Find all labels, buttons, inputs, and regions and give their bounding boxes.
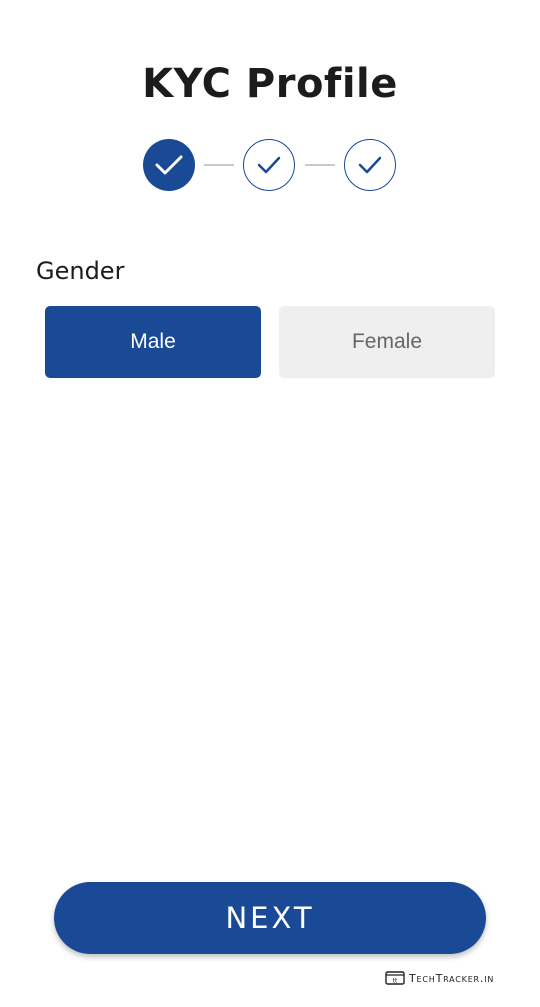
check-icon [358,156,382,174]
watermark: tt TechTracker.in [385,969,494,987]
gender-option-male[interactable]: Male [45,306,261,378]
step-1[interactable] [143,139,195,191]
next-button-label: NEXT [225,901,315,935]
progress-stepper [143,139,397,192]
step-connector [204,164,234,166]
check-icon [155,155,183,175]
gender-label: Gender [36,257,125,285]
step-3[interactable] [344,139,396,191]
check-icon [257,156,281,174]
gender-option-label: Female [351,330,423,353]
step-connector [305,164,335,166]
techtracker-logo-icon: tt [385,971,405,985]
svg-text:tt: tt [393,978,398,985]
gender-option-label: Male [130,330,176,353]
page-title: KYC Profile [142,61,398,107]
watermark-text: TechTracker.in [409,971,495,985]
next-button[interactable]: NEXT [54,882,486,954]
step-2[interactable] [243,139,295,191]
gender-option-female[interactable]: Female [279,306,495,378]
